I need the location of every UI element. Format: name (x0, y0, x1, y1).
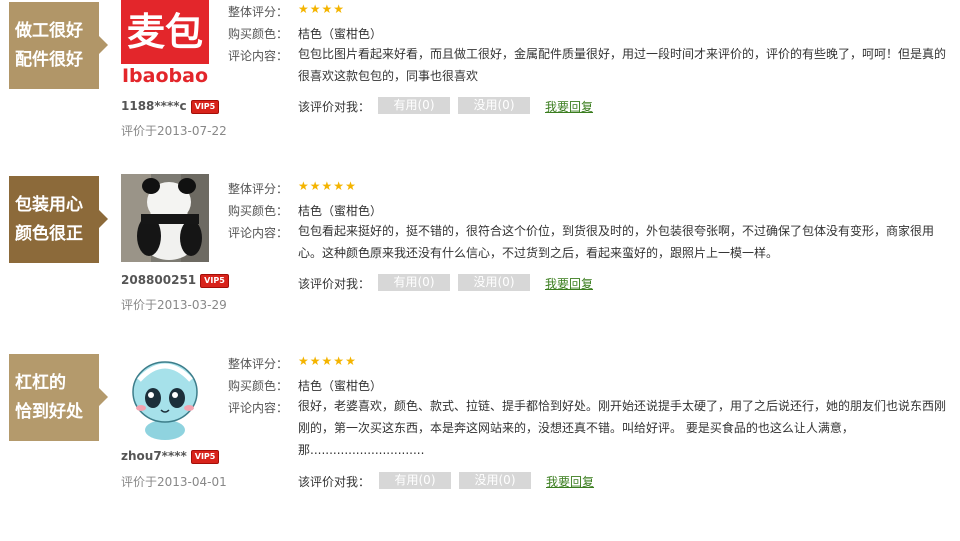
username-text: zhou7**** (121, 449, 187, 463)
color-label: 购买颜色： (228, 204, 289, 218)
star-icon: ★ (321, 179, 334, 193)
star-icon: ★ (333, 179, 346, 193)
vip-badge: VIP5 (190, 449, 220, 464)
content-label: 评论内容： (228, 226, 289, 240)
username: zhou7**** VIP5 (121, 449, 220, 464)
star-icon: ★ (298, 2, 310, 16)
star-icon: ★ (333, 2, 346, 16)
avatar[interactable] (121, 174, 209, 262)
rating-stars: ★★★★★ (298, 354, 357, 368)
username: 208800251 VIP5 (121, 273, 229, 288)
color-value: 桔色（蜜柑色） (298, 379, 383, 393)
review-content: 很好，老婆喜欢，颜色、款式、拉链、提手都恰到好处。刚开始还说提手太硬了，用了之后… (298, 399, 947, 457)
rating-stars: ★★★★ (298, 2, 345, 16)
star-icon: ★ (298, 179, 310, 193)
star-icon: ★ (345, 354, 357, 368)
reply-link[interactable]: 我要回复 (546, 473, 594, 490)
review-date: 评价于2013-07-22 (121, 124, 227, 138)
username-text: 208800251 (121, 273, 197, 287)
content-label: 评论内容： (228, 49, 289, 63)
username: 1188****c VIP5 (121, 99, 220, 114)
banner-line-2: 恰到好处 (15, 401, 83, 422)
avatar[interactable]: 麦包 Ibaobao (121, 0, 209, 88)
banner-line-1: 包装用心 (15, 194, 83, 215)
star-icon: ★ (321, 2, 334, 16)
review-tag-banner: 包装用心 颜色很正 (9, 176, 108, 263)
rating-label: 整体评分： (228, 357, 289, 371)
useless-button[interactable]: 没用(0) (458, 274, 530, 291)
review-content: 包包比图片看起来好看，而且做工很好，金属配件质量很好，用过一段时间才来评价的，评… (298, 47, 947, 83)
star-icon: ★ (309, 2, 322, 16)
avatar-logo-mark: 麦包 (121, 0, 209, 64)
reply-link[interactable]: 我要回复 (545, 98, 593, 115)
star-icon: ★ (309, 354, 322, 368)
useful-button[interactable]: 有用(0) (379, 472, 451, 489)
vip-badge: VIP5 (190, 99, 220, 114)
star-icon: ★ (298, 354, 310, 368)
helpful-label: 该评价对我： (298, 277, 371, 291)
panda-image (121, 174, 209, 262)
rating-label: 整体评分： (228, 5, 289, 19)
useful-button[interactable]: 有用(0) (378, 274, 450, 291)
color-label: 购买颜色： (228, 27, 289, 41)
banner-line-2: 配件很好 (15, 49, 83, 70)
review-date: 评价于2013-03-29 (121, 298, 227, 312)
star-icon: ★ (345, 179, 357, 193)
content-label: 评论内容： (228, 401, 289, 415)
color-value: 桔色（蜜柑色） (298, 27, 383, 41)
useless-button[interactable]: 没用(0) (458, 97, 530, 114)
reply-link[interactable]: 我要回复 (545, 275, 593, 292)
rating-label: 整体评分： (228, 182, 289, 196)
star-icon: ★ (321, 354, 334, 368)
review-tag-banner: 杠杠的 恰到好处 (9, 354, 108, 441)
color-label: 购买颜色： (228, 379, 289, 393)
star-icon: ★ (333, 354, 346, 368)
rating-stars: ★★★★★ (298, 179, 357, 193)
cartoon-avatar-image (132, 361, 198, 440)
vip-badge: VIP5 (200, 273, 229, 288)
color-value: 桔色（蜜柑色） (298, 204, 383, 218)
useful-button[interactable]: 有用(0) (378, 97, 450, 114)
helpful-label: 该评价对我： (298, 100, 371, 114)
review-content: 包包看起来挺好的，挺不错的，很符合这个价位，到货很及时的，外包装很夸张啊，不过确… (298, 224, 935, 260)
username-text: 1188****c (121, 99, 187, 113)
star-icon: ★ (309, 179, 322, 193)
review-tag-banner: 做工很好 配件很好 (9, 2, 108, 89)
useless-button[interactable]: 没用(0) (459, 472, 531, 489)
banner-line-2: 颜色很正 (15, 223, 83, 244)
avatar-logo-text: Ibaobao (121, 65, 209, 87)
avatar[interactable] (121, 352, 209, 440)
banner-line-1: 做工很好 (15, 20, 83, 41)
banner-line-1: 杠杠的 (15, 372, 66, 393)
review-date: 评价于2013-04-01 (121, 475, 227, 489)
helpful-label: 该评价对我： (298, 475, 371, 489)
